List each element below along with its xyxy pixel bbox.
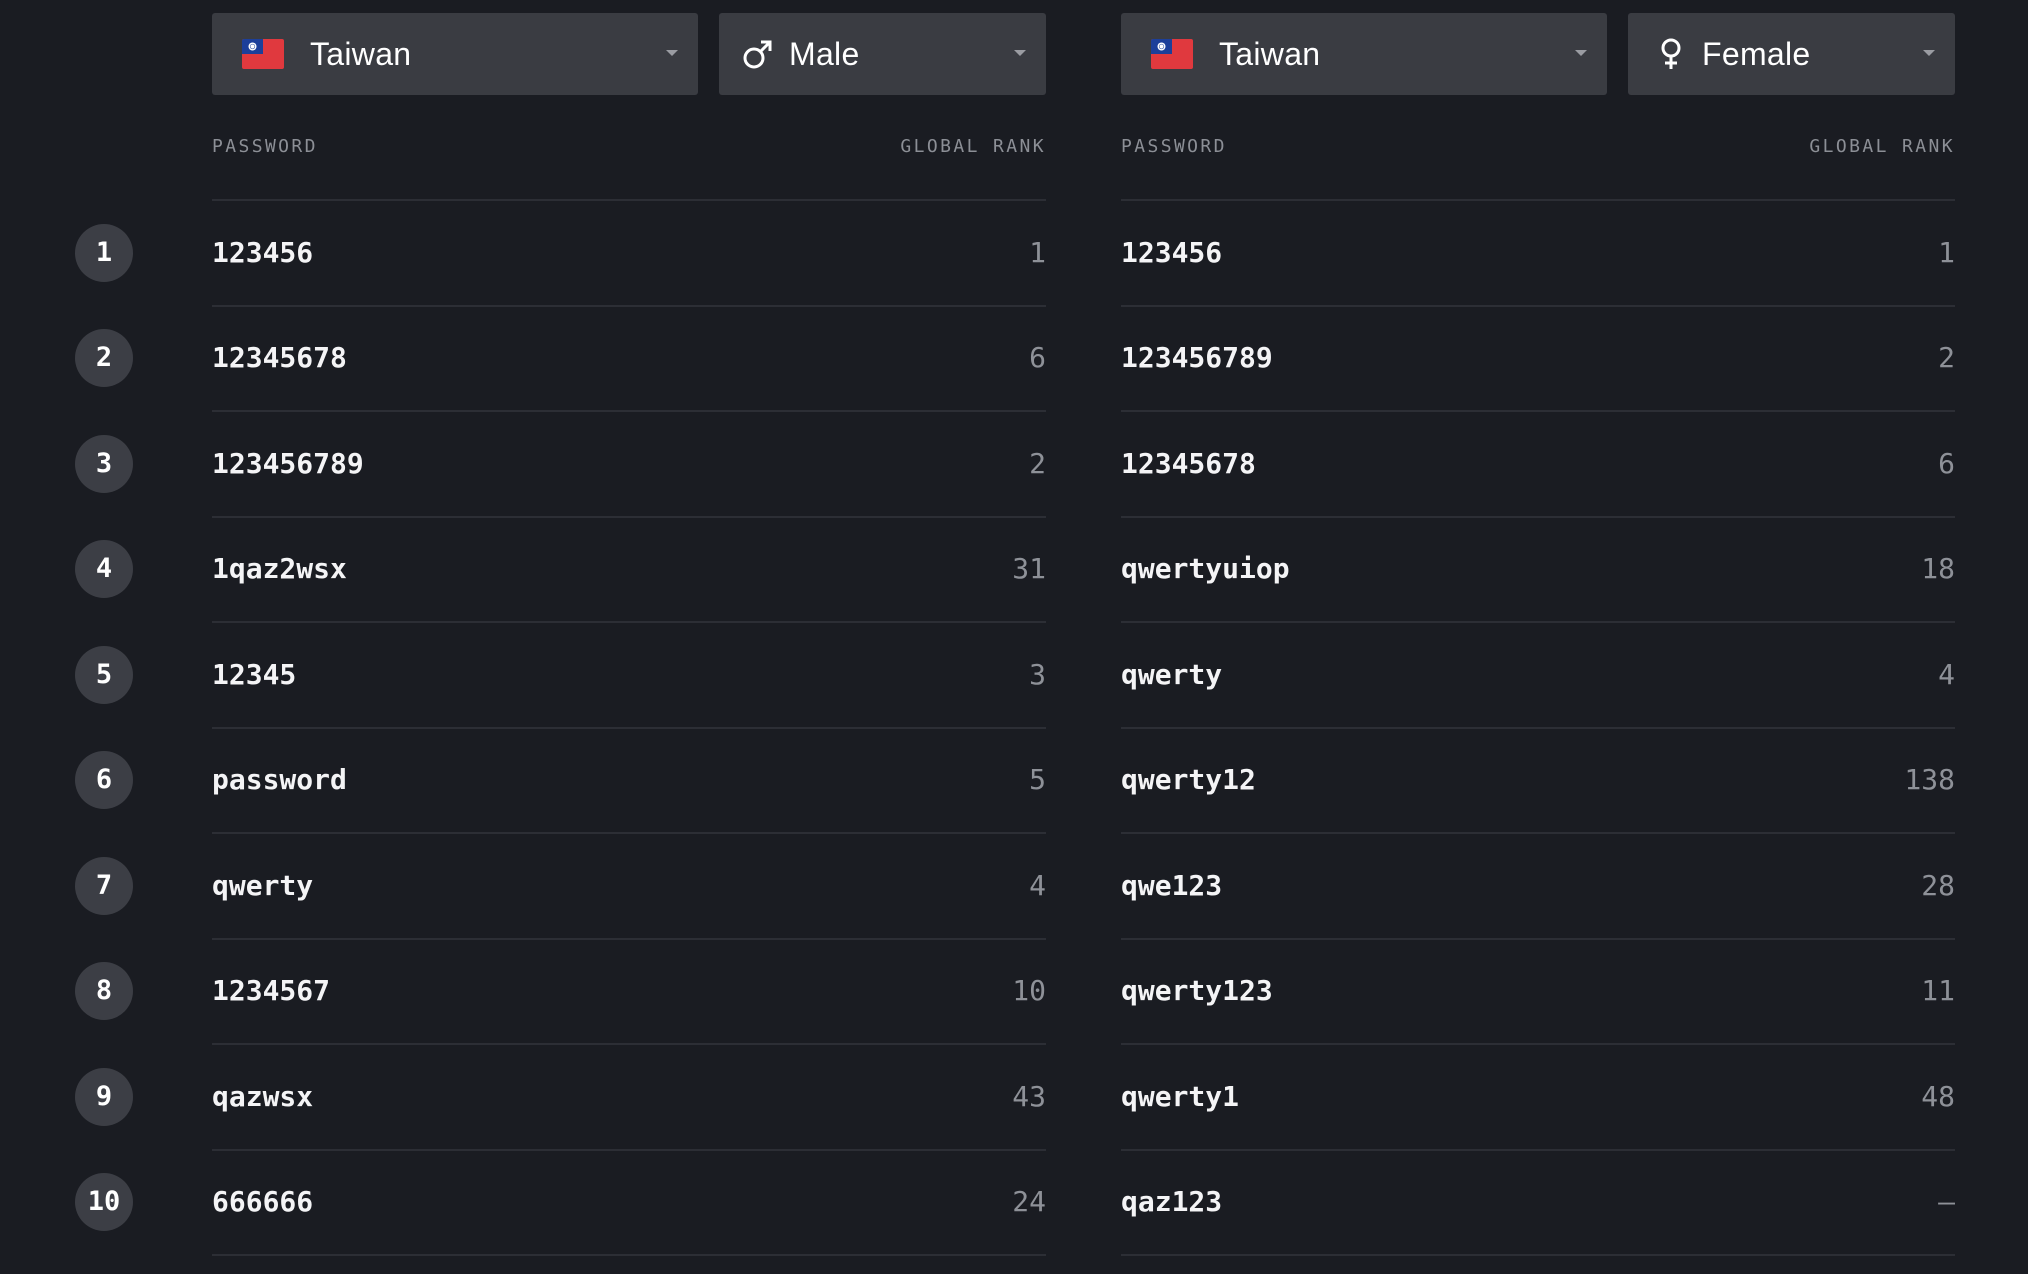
left-global-rank-cell: 1 bbox=[1029, 236, 1046, 269]
left-password-cell: 123456789 bbox=[212, 447, 364, 480]
left-row-divider bbox=[212, 199, 1046, 201]
rank-badge: 1 bbox=[75, 224, 133, 282]
left-password-cell: 666666 bbox=[212, 1185, 314, 1218]
left-global-rank-cell: 10 bbox=[1012, 974, 1046, 1007]
left-rank-header: GLOBAL RANK bbox=[900, 136, 1046, 157]
right-row-divider bbox=[1121, 1149, 1955, 1151]
rank-badge: 9 bbox=[75, 1068, 133, 1126]
right-password-cell: qwerty12 bbox=[1121, 763, 1256, 796]
rank-badge: 3 bbox=[75, 435, 133, 493]
right-password-cell: qwerty1 bbox=[1121, 1080, 1240, 1113]
right-row-divider bbox=[1121, 516, 1955, 518]
left-row-divider bbox=[212, 832, 1046, 834]
right-rank-header: GLOBAL RANK bbox=[1809, 136, 1955, 157]
rank-badge: 4 bbox=[75, 540, 133, 598]
right-row-divider bbox=[1121, 1043, 1955, 1045]
left-row-divider bbox=[212, 621, 1046, 623]
female-icon bbox=[1661, 38, 1681, 69]
rank-badge: 6 bbox=[75, 751, 133, 809]
chevron-down-icon bbox=[1575, 50, 1587, 56]
rank-badge: 2 bbox=[75, 329, 133, 387]
right-password-cell: qwerty bbox=[1121, 658, 1223, 691]
right-global-rank-cell: 11 bbox=[1921, 974, 1955, 1007]
right-global-rank-cell: 48 bbox=[1921, 1080, 1955, 1113]
chevron-down-icon bbox=[1014, 50, 1026, 56]
left-password-cell: 1qaz2wsx bbox=[212, 552, 347, 585]
right-row-divider bbox=[1121, 1254, 1955, 1256]
rank-badge: 10 bbox=[75, 1173, 133, 1231]
left-row-divider bbox=[212, 727, 1046, 729]
left-row-divider bbox=[212, 1254, 1046, 1256]
left-password-cell: password bbox=[212, 763, 347, 796]
right-password-cell: 123456789 bbox=[1121, 341, 1273, 374]
left-global-rank-cell: 5 bbox=[1029, 763, 1046, 796]
right-row-divider bbox=[1121, 621, 1955, 623]
left-row-divider bbox=[212, 938, 1046, 940]
right-password-cell: qaz123 bbox=[1121, 1185, 1223, 1218]
left-row-divider bbox=[212, 1149, 1046, 1151]
right-password-cell: 12345678 bbox=[1121, 447, 1256, 480]
right-row-divider bbox=[1121, 832, 1955, 834]
right-password-cell: 123456 bbox=[1121, 236, 1223, 269]
right-global-rank-cell: 2 bbox=[1938, 341, 1955, 374]
right-global-rank-cell: 28 bbox=[1921, 869, 1955, 902]
left-password-cell: qazwsx bbox=[212, 1080, 314, 1113]
left-gender-select[interactable]: Male bbox=[719, 13, 1046, 95]
right-password-cell: qwe123 bbox=[1121, 869, 1223, 902]
right-row-divider bbox=[1121, 305, 1955, 307]
left-password-cell: qwerty bbox=[212, 869, 314, 902]
left-password-cell: 1234567 bbox=[212, 974, 331, 1007]
taiwan-flag-icon bbox=[1151, 39, 1193, 69]
right-global-rank-cell: 18 bbox=[1921, 552, 1955, 585]
taiwan-flag-icon bbox=[242, 39, 284, 69]
right-global-rank-cell: – bbox=[1938, 1185, 1955, 1218]
left-row-divider bbox=[212, 516, 1046, 518]
left-global-rank-cell: 4 bbox=[1029, 869, 1046, 902]
left-row-divider bbox=[212, 305, 1046, 307]
left-global-rank-cell: 43 bbox=[1012, 1080, 1046, 1113]
left-global-rank-cell: 24 bbox=[1012, 1185, 1046, 1218]
left-row-divider bbox=[212, 1043, 1046, 1045]
right-password-cell: qwerty123 bbox=[1121, 974, 1273, 1007]
left-global-rank-cell: 3 bbox=[1029, 658, 1046, 691]
right-country-select[interactable]: Taiwan bbox=[1121, 13, 1607, 95]
right-row-divider bbox=[1121, 199, 1955, 201]
left-row-divider bbox=[212, 410, 1046, 412]
left-password-cell: 12345 bbox=[212, 658, 297, 691]
right-row-divider bbox=[1121, 938, 1955, 940]
right-row-divider bbox=[1121, 410, 1955, 412]
rank-badge: 8 bbox=[75, 962, 133, 1020]
chevron-down-icon bbox=[1923, 50, 1935, 56]
right-global-rank-cell: 6 bbox=[1938, 447, 1955, 480]
left-country-label: Taiwan bbox=[310, 35, 412, 72]
right-row-divider bbox=[1121, 727, 1955, 729]
right-gender-select[interactable]: Female bbox=[1628, 13, 1955, 95]
right-global-rank-cell: 138 bbox=[1904, 763, 1955, 796]
left-gender-label: Male bbox=[789, 35, 860, 72]
right-password-header: PASSWORD bbox=[1121, 136, 1227, 157]
right-gender-label: Female bbox=[1702, 35, 1811, 72]
rank-badge: 7 bbox=[75, 857, 133, 915]
right-password-cell: qwertyuiop bbox=[1121, 552, 1290, 585]
chevron-down-icon bbox=[666, 50, 678, 56]
left-country-select[interactable]: Taiwan bbox=[212, 13, 698, 95]
left-password-header: PASSWORD bbox=[212, 136, 318, 157]
left-password-cell: 12345678 bbox=[212, 341, 347, 374]
left-global-rank-cell: 2 bbox=[1029, 447, 1046, 480]
left-password-cell: 123456 bbox=[212, 236, 314, 269]
rank-badge: 5 bbox=[75, 646, 133, 704]
left-global-rank-cell: 31 bbox=[1012, 552, 1046, 585]
right-global-rank-cell: 4 bbox=[1938, 658, 1955, 691]
left-global-rank-cell: 6 bbox=[1029, 341, 1046, 374]
male-icon bbox=[743, 40, 772, 69]
right-global-rank-cell: 1 bbox=[1938, 236, 1955, 269]
right-country-label: Taiwan bbox=[1219, 35, 1321, 72]
